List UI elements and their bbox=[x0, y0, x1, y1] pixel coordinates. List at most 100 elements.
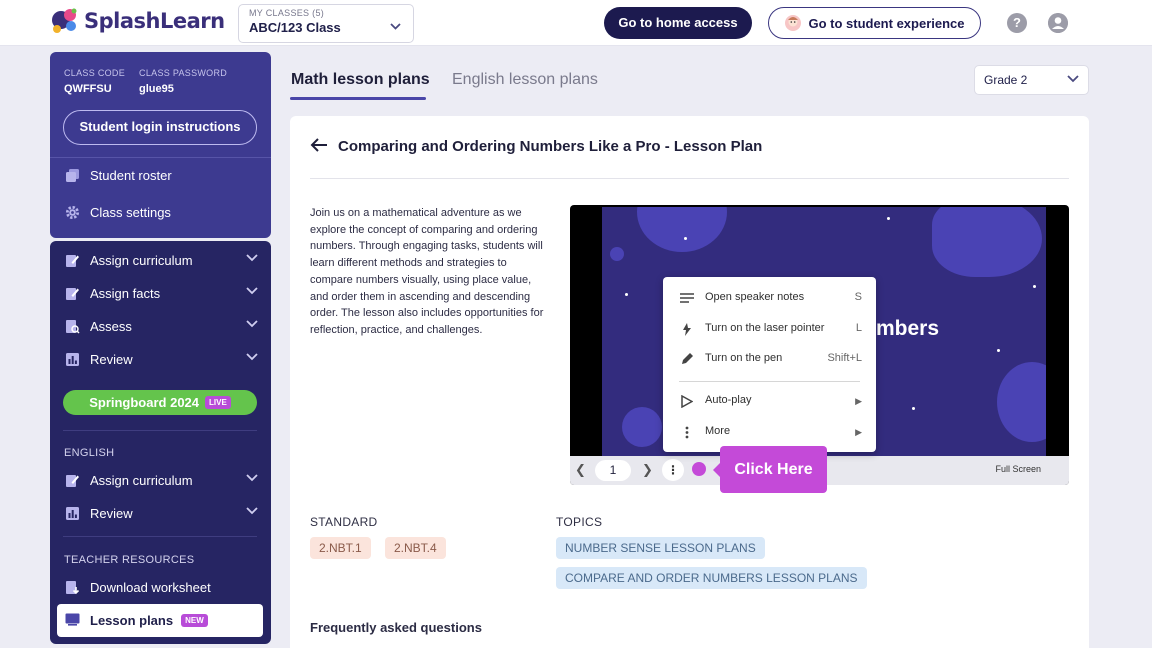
english-heading: ENGLISH bbox=[64, 447, 115, 459]
topic-chip[interactable]: NUMBER SENSE LESSON PLANS bbox=[556, 537, 765, 559]
chevron-down-icon bbox=[246, 287, 258, 295]
more-vertical-icon bbox=[679, 424, 695, 440]
class-info-card: CLASS CODE QWFFSU CLASS PASSWORD glue95 … bbox=[50, 52, 271, 238]
menu-item-open-speaker-notes[interactable]: Open speaker notes S bbox=[663, 286, 876, 310]
more-options-icon[interactable]: ⋮ bbox=[662, 459, 684, 481]
class-password-label: CLASS PASSWORD bbox=[139, 68, 228, 78]
tab-english-lesson-plans[interactable]: English lesson plans bbox=[452, 71, 598, 89]
sidebar-item-label: Download worksheet bbox=[90, 579, 211, 595]
decorative-blob bbox=[637, 207, 727, 252]
class-selector-value: ABC/123 Class bbox=[249, 20, 341, 35]
standard-chip[interactable]: 2.NBT.1 bbox=[310, 537, 371, 559]
lesson-plan-title: Comparing and Ordering Numbers Like a Pr… bbox=[338, 138, 763, 155]
pen-icon bbox=[679, 351, 695, 367]
sidebar-item-label: Assign curriculum bbox=[90, 472, 193, 488]
top-header: SplashLearn MY CLASSES (5) ABC/123 Class… bbox=[0, 0, 1152, 46]
decorative-blob bbox=[997, 362, 1046, 442]
menu-item-label: Turn on the pen bbox=[705, 352, 783, 364]
sidebar-item-download-worksheet[interactable]: Download worksheet bbox=[64, 576, 211, 598]
back-arrow-icon[interactable] bbox=[310, 137, 328, 153]
highlight-dot bbox=[692, 462, 706, 476]
grade-selector[interactable]: Grade 2 bbox=[974, 65, 1089, 95]
chevron-down-icon bbox=[246, 353, 258, 361]
star-dot bbox=[997, 349, 1000, 352]
full-screen-button[interactable]: Full Screen bbox=[995, 464, 1041, 474]
sidebar-item-label: Review bbox=[90, 351, 133, 367]
menu-item-label: Turn on the laser pointer bbox=[705, 322, 825, 334]
divider bbox=[63, 430, 257, 431]
worksheet-icon bbox=[64, 579, 80, 595]
class-selector-label: MY CLASSES (5) bbox=[249, 8, 325, 18]
account-icon[interactable] bbox=[1048, 13, 1068, 33]
sidebar-item-english-assign-curriculum[interactable]: Assign curriculum bbox=[64, 469, 258, 491]
click-here-callout: Click Here bbox=[713, 446, 827, 493]
splashlearn-logo-icon bbox=[52, 8, 77, 33]
student-login-instructions-button[interactable]: Student login instructions bbox=[63, 110, 257, 145]
next-slide-icon[interactable]: ❯ bbox=[642, 462, 653, 478]
class-code-value: QWFFSU bbox=[64, 83, 112, 95]
lesson-plans-label: Lesson plans bbox=[90, 613, 174, 628]
menu-item-pen[interactable]: Turn on the pen Shift+L bbox=[663, 347, 876, 371]
previous-slide-icon[interactable]: ❮ bbox=[575, 462, 586, 478]
star-dot bbox=[684, 237, 687, 240]
star-dot bbox=[912, 407, 915, 410]
lesson-plan-panel: Comparing and Ordering Numbers Like a Pr… bbox=[290, 116, 1089, 648]
menu-item-label: Auto-play bbox=[705, 394, 752, 406]
sidebar-item-assign-facts[interactable]: Assign facts bbox=[64, 282, 258, 304]
menu-item-more[interactable]: More ▶ bbox=[663, 420, 876, 444]
standard-chip[interactable]: 2.NBT.4 bbox=[385, 537, 446, 559]
review-icon bbox=[64, 505, 80, 521]
chevron-down-icon bbox=[1067, 75, 1079, 83]
sidebar-item-label: Assign curriculum bbox=[90, 252, 193, 268]
divider bbox=[63, 536, 257, 537]
page-number[interactable]: 1 bbox=[595, 460, 631, 481]
submenu-arrow-icon: ▶ bbox=[855, 396, 862, 406]
tab-math-lesson-plans[interactable]: Math lesson plans bbox=[291, 71, 430, 89]
decorative-blob bbox=[622, 407, 662, 447]
menu-item-shortcut: L bbox=[855, 322, 862, 334]
class-selector[interactable]: MY CLASSES (5) ABC/123 Class bbox=[238, 4, 414, 43]
menu-item-laser-pointer[interactable]: Turn on the laser pointer L bbox=[663, 317, 876, 341]
star-dot bbox=[1033, 285, 1036, 288]
laser-pointer-icon bbox=[679, 321, 695, 337]
slide-context-menu: Open speaker notes S Turn on the laser p… bbox=[663, 277, 876, 452]
student-experience-label: Go to student experience bbox=[808, 15, 965, 31]
sidebar-item-label: Student roster bbox=[90, 167, 172, 183]
sidebar-item-assess[interactable]: Assess bbox=[64, 315, 258, 337]
divider bbox=[310, 178, 1069, 179]
sidebar-item-class-settings[interactable]: Class settings bbox=[64, 201, 171, 223]
assess-icon bbox=[64, 318, 80, 334]
sidebar-item-english-review[interactable]: Review bbox=[64, 502, 258, 524]
chevron-down-icon bbox=[246, 474, 258, 482]
class-code-label: CLASS CODE bbox=[64, 68, 126, 78]
sidebar-navigation: Assign curriculum Assign facts Assess Re… bbox=[50, 241, 271, 644]
sidebar-item-assign-curriculum[interactable]: Assign curriculum bbox=[64, 249, 258, 271]
student-experience-button[interactable]: Go to student experience bbox=[768, 7, 981, 39]
springboard-button[interactable]: Springboard 2024 LIVE bbox=[63, 390, 257, 415]
menu-item-auto-play[interactable]: Auto-play ▶ bbox=[663, 389, 876, 413]
active-tab-indicator bbox=[290, 97, 426, 100]
new-badge: NEW bbox=[181, 614, 208, 627]
assign-icon bbox=[64, 252, 80, 268]
help-icon[interactable]: ? bbox=[1007, 13, 1027, 33]
gear-icon bbox=[64, 204, 80, 220]
sidebar-item-lesson-plans[interactable]: Lesson plans NEW bbox=[57, 604, 263, 637]
menu-item-label: Open speaker notes bbox=[705, 291, 805, 303]
sidebar-item-review[interactable]: Review bbox=[64, 348, 258, 370]
springboard-label: Springboard 2024 bbox=[89, 395, 200, 410]
splashlearn-logo[interactable]: SplashLearn bbox=[50, 6, 225, 36]
menu-divider bbox=[679, 381, 860, 382]
assign-icon bbox=[64, 472, 80, 488]
topics-heading: TOPICS bbox=[556, 515, 603, 529]
menu-item-shortcut: S bbox=[854, 291, 862, 303]
sidebar-item-label: Review bbox=[90, 505, 133, 521]
decorative-blob bbox=[932, 207, 1042, 277]
home-access-button[interactable]: Go to home access bbox=[604, 7, 752, 39]
sidebar-item-label: Assess bbox=[90, 318, 132, 334]
decorative-blob bbox=[610, 247, 624, 261]
topic-chip[interactable]: COMPARE AND ORDER NUMBERS LESSON PLANS bbox=[556, 567, 867, 589]
menu-item-label: More bbox=[705, 425, 731, 437]
sidebar-item-student-roster[interactable]: Student roster bbox=[64, 164, 172, 186]
sidebar-item-label: Class settings bbox=[90, 204, 171, 220]
review-icon bbox=[64, 351, 80, 367]
